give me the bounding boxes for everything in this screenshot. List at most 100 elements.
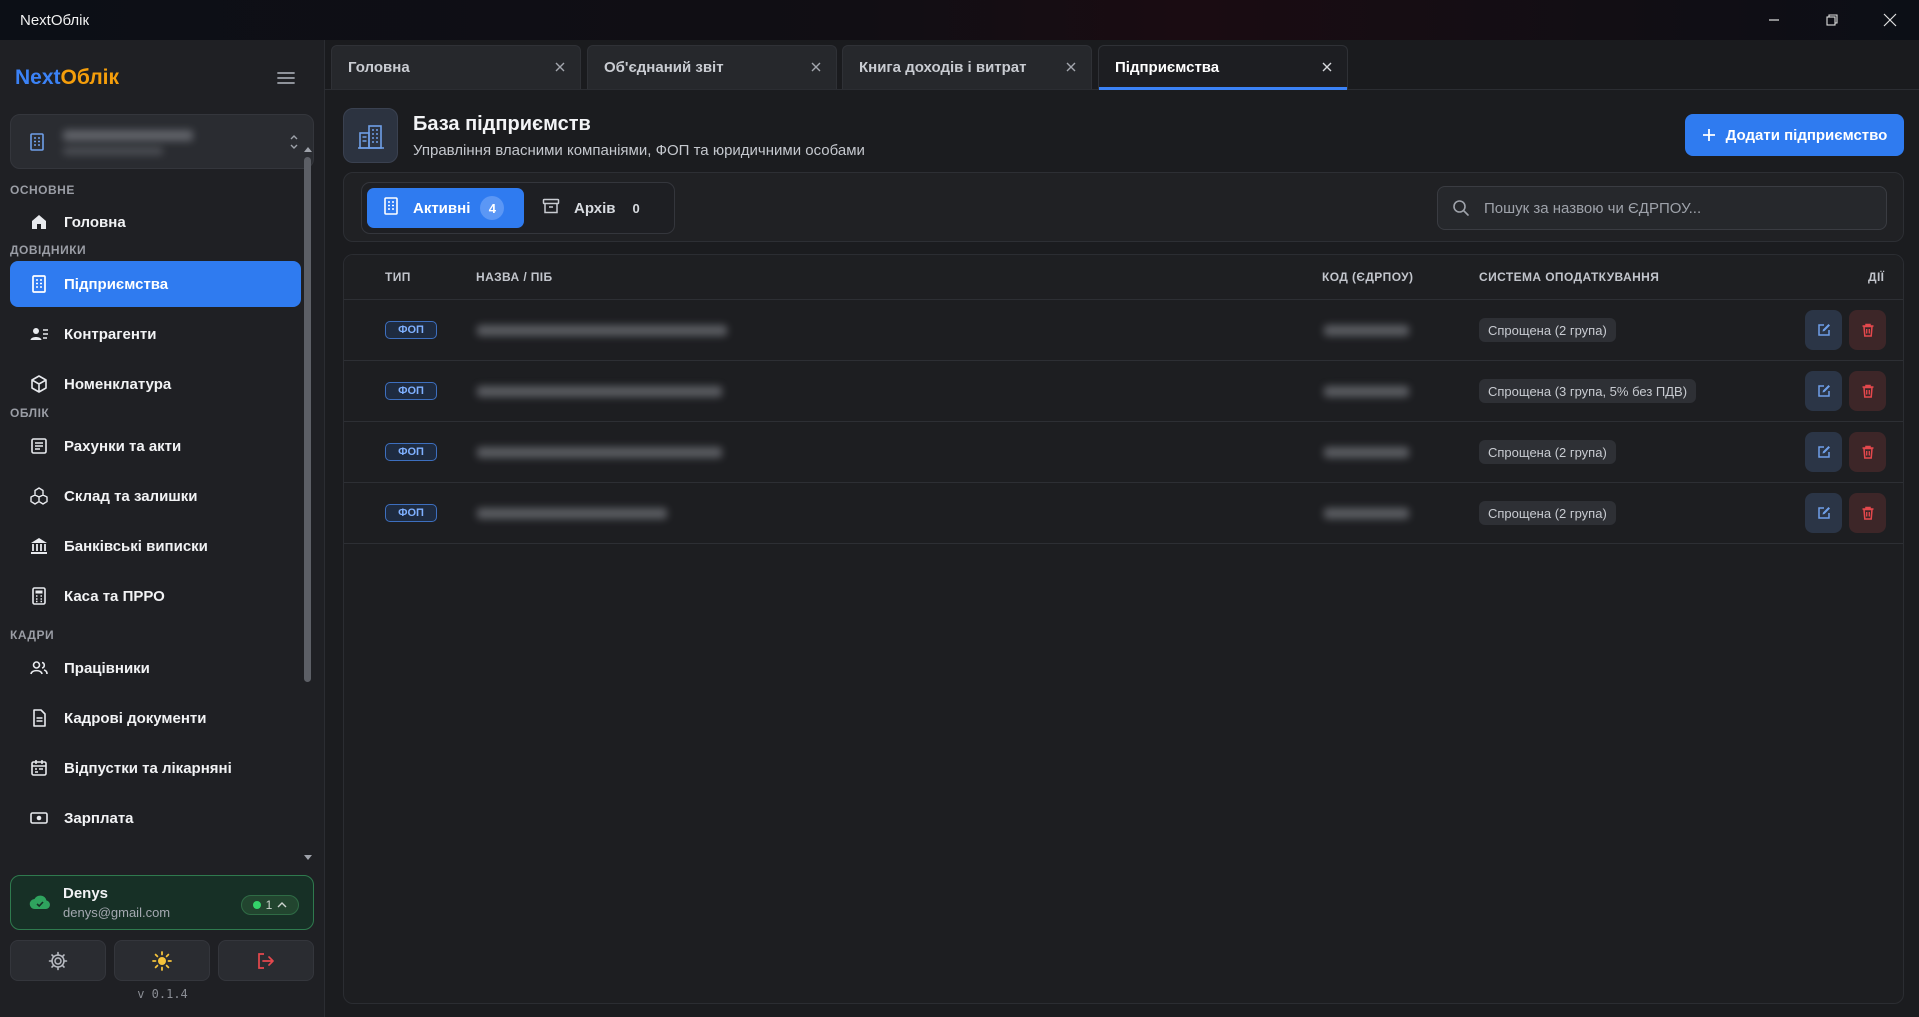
sidebar-nav: ОСНОВНЕ Головна ДОВІДНИКИ Підприємства К… [0,178,325,908]
scroll-up-arrow[interactable] [303,145,313,153]
type-badge: ФОП [385,321,437,339]
logout-button[interactable] [218,940,314,981]
menu-icon[interactable] [275,67,297,89]
close-icon[interactable] [1063,59,1079,75]
edit-button[interactable] [1805,310,1842,350]
code-redacted [1324,386,1409,397]
trash-icon [1862,323,1873,337]
name-redacted [477,508,667,519]
sun-icon [152,950,172,971]
app-version: v 0.1.4 [137,987,188,1001]
chevron-updown-icon [290,135,298,149]
archive-icon [542,198,560,218]
search-input[interactable] [1484,199,1864,217]
name-redacted [477,447,722,458]
building-icon [30,133,44,151]
tax-system-pill: Спрощена (2 група) [1479,318,1616,342]
user-email: denys@gmail.com [63,905,171,920]
sidebar-item-cash-register[interactable]: Каса та ПРРО [10,573,301,619]
sidebar-item-enterprises[interactable]: Підприємства [10,261,301,307]
logout-icon [258,952,274,969]
window-controls [1745,0,1919,40]
close-icon[interactable] [552,59,568,75]
sidebar-item-bank-statements[interactable]: Банківські виписки [10,523,301,569]
table-header: ТИП НАЗВА / ПІБ КОД (ЄДРПОУ) СИСТЕМА ОПО… [344,255,1903,300]
active-count-badge: 4 [480,196,505,220]
type-badge: ФОП [385,382,437,400]
money-icon [28,807,50,829]
company-selector[interactable] [10,114,314,169]
user-card[interactable]: Denys denys@gmail.com 1 [10,875,314,930]
chevron-up-icon [277,902,287,908]
calculator-icon [28,585,50,607]
invoice-icon [28,435,50,457]
sidebar-item-salary[interactable]: Зарплата [10,795,301,841]
delete-button[interactable] [1849,310,1886,350]
tab-combined-report[interactable]: Об'єднаний звіт [587,45,837,89]
code-redacted [1324,447,1409,458]
sidebar-item-home[interactable]: Головна [10,199,301,245]
archive-count: 0 [632,200,640,216]
sidebar-item-employees[interactable]: Працівники [10,645,301,691]
close-icon [1883,13,1897,27]
section-accounting: ОБЛІК [10,406,50,420]
theme-toggle-button[interactable] [114,940,210,981]
name-redacted [477,386,722,397]
filter-active-button[interactable]: Активні 4 [367,188,524,228]
close-icon[interactable] [1319,59,1335,75]
sidebar-item-warehouse[interactable]: Склад та залишки [10,473,301,519]
restore-button[interactable] [1803,0,1861,40]
sidebar-scrollbar[interactable] [304,157,311,682]
tab-income-expense-book[interactable]: Книга доходів і витрат [842,45,1092,89]
trash-icon [1862,445,1873,459]
section-hr: КАДРИ [10,628,55,642]
boxes-icon [28,485,50,507]
scroll-down-arrow[interactable] [303,854,313,862]
contacts-icon [28,323,50,345]
filter-archive-button[interactable]: Архів 0 [532,188,670,228]
sidebar-item-nomenclature[interactable]: Номенклатура [10,361,301,407]
table-row[interactable]: ФОП Спрощена (2 група) [344,422,1903,483]
minimize-button[interactable] [1745,0,1803,40]
edit-button[interactable] [1805,432,1842,472]
delete-button[interactable] [1849,432,1886,472]
building-icon [383,197,399,219]
page-subtitle: Управління власними компаніями, ФОП та ю… [413,142,865,159]
edit-button[interactable] [1805,493,1842,533]
table-row[interactable]: ФОП Спрощена (2 група) [344,483,1903,544]
search-box[interactable] [1437,186,1887,230]
edit-button[interactable] [1805,371,1842,411]
close-window-button[interactable] [1861,0,1919,40]
users-icon [28,657,50,679]
table-row[interactable]: ФОП Спрощена (3 група, 5% без ПДВ) [344,361,1903,422]
column-type: ТИП [385,270,411,284]
company-code-redacted [63,147,163,155]
delete-button[interactable] [1849,371,1886,411]
minimize-icon [1769,19,1779,21]
section-directories: ДОВІДНИКИ [10,243,87,257]
gear-icon [48,951,68,970]
sidebar-item-vacations[interactable]: Відпустки та лікарняні [10,745,301,791]
tax-system-pill: Спрощена (2 група) [1479,501,1616,525]
close-icon[interactable] [808,59,824,75]
code-redacted [1324,325,1409,336]
sidebar-item-hr-documents[interactable]: Кадрові документи [10,695,301,741]
tab-home[interactable]: Головна [331,45,581,89]
edit-icon [1817,324,1830,336]
sidebar-item-invoices[interactable]: Рахунки та акти [10,423,301,469]
add-enterprise-button[interactable]: Додати підприємство [1685,114,1904,156]
status-dot [252,901,261,909]
search-icon [1453,200,1469,216]
settings-button[interactable] [10,940,106,981]
tab-enterprises[interactable]: Підприємства [1098,45,1348,90]
plus-icon [1702,129,1715,141]
sync-status-badge[interactable]: 1 [241,895,299,915]
delete-button[interactable] [1849,493,1886,533]
table-row[interactable]: ФОП Спрощена (2 група) [344,300,1903,361]
tax-system-pill: Спрощена (2 група) [1479,440,1616,464]
name-redacted [477,325,727,336]
sidebar-item-contractors[interactable]: Контрагенти [10,311,301,357]
column-tax-system: СИСТЕМА ОПОДАТКУВАННЯ [1479,270,1660,284]
home-icon [28,211,50,233]
restore-icon [1826,14,1838,26]
